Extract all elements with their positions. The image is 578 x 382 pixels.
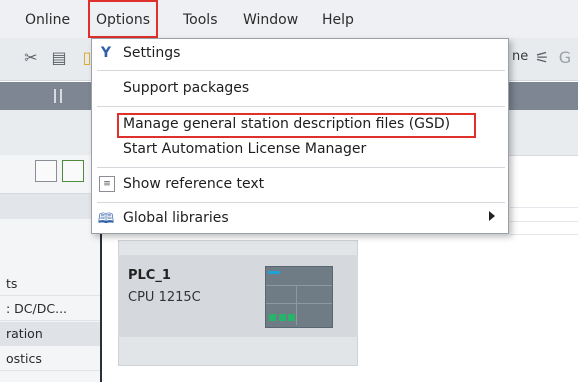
plc-module-line	[266, 285, 332, 286]
plc-led-icon	[279, 314, 286, 321]
toolbar-go-online-label[interactable]: ne	[512, 49, 528, 64]
menu-separator	[97, 70, 505, 71]
left-panel-row[interactable]: : DC/DC...	[0, 297, 100, 321]
menu-item-support-packages[interactable]: Support packages	[123, 80, 249, 96]
menu-online[interactable]: Online	[25, 0, 70, 38]
submenu-arrow-icon	[489, 211, 495, 221]
reference-text-icon: ≡	[99, 176, 115, 192]
grid-line	[510, 234, 578, 235]
menu-options[interactable]: Options	[88, 0, 159, 38]
plc-name: PLC_1	[128, 268, 171, 283]
copy-icon[interactable]: ▤	[50, 48, 68, 68]
menu-separator	[97, 106, 505, 107]
menu-item-show-reference-text[interactable]: Show reference text	[123, 176, 264, 192]
plc-module-indicator	[268, 271, 280, 274]
left-panel-header	[0, 194, 100, 219]
menu-item-license-manager[interactable]: Start Automation License Manager	[123, 141, 366, 157]
panel-splitter[interactable]	[100, 215, 102, 382]
left-panel-row[interactable]: ostics	[0, 347, 100, 371]
go-online-icon[interactable]: ⚟	[533, 48, 551, 68]
plc-type: CPU 1215C	[128, 290, 201, 305]
plc-module-line	[266, 303, 332, 304]
menu-window[interactable]: Window	[243, 0, 298, 38]
grid-line	[510, 207, 578, 208]
menu-item-manage-gsd[interactable]: Manage general station description files…	[123, 116, 450, 132]
menu-separator	[97, 167, 505, 168]
menu-help[interactable]: Help	[322, 0, 354, 38]
menu-item-settings[interactable]: Settings	[123, 45, 180, 61]
plc-module-line	[296, 285, 297, 325]
wrench-icon: Y	[100, 45, 112, 61]
left-panel-row-selected[interactable]: ration	[0, 322, 100, 346]
go-offline-icon[interactable]: G	[556, 48, 574, 68]
add-device-icon[interactable]	[62, 160, 84, 182]
plc-led-icon	[288, 314, 295, 321]
menu-separator	[97, 202, 505, 203]
cut-icon[interactable]: ✂	[22, 48, 40, 68]
grid-line	[510, 221, 578, 222]
plc-led-icon	[269, 314, 276, 321]
list-view-icon[interactable]	[35, 160, 57, 182]
menu-item-global-libraries[interactable]: Global libraries	[123, 210, 229, 226]
book-icon: 🕮	[97, 211, 115, 227]
menu-tools[interactable]: Tools	[183, 0, 218, 38]
left-panel-row[interactable]: ts	[0, 272, 100, 296]
pause-icon[interactable]	[54, 89, 62, 103]
